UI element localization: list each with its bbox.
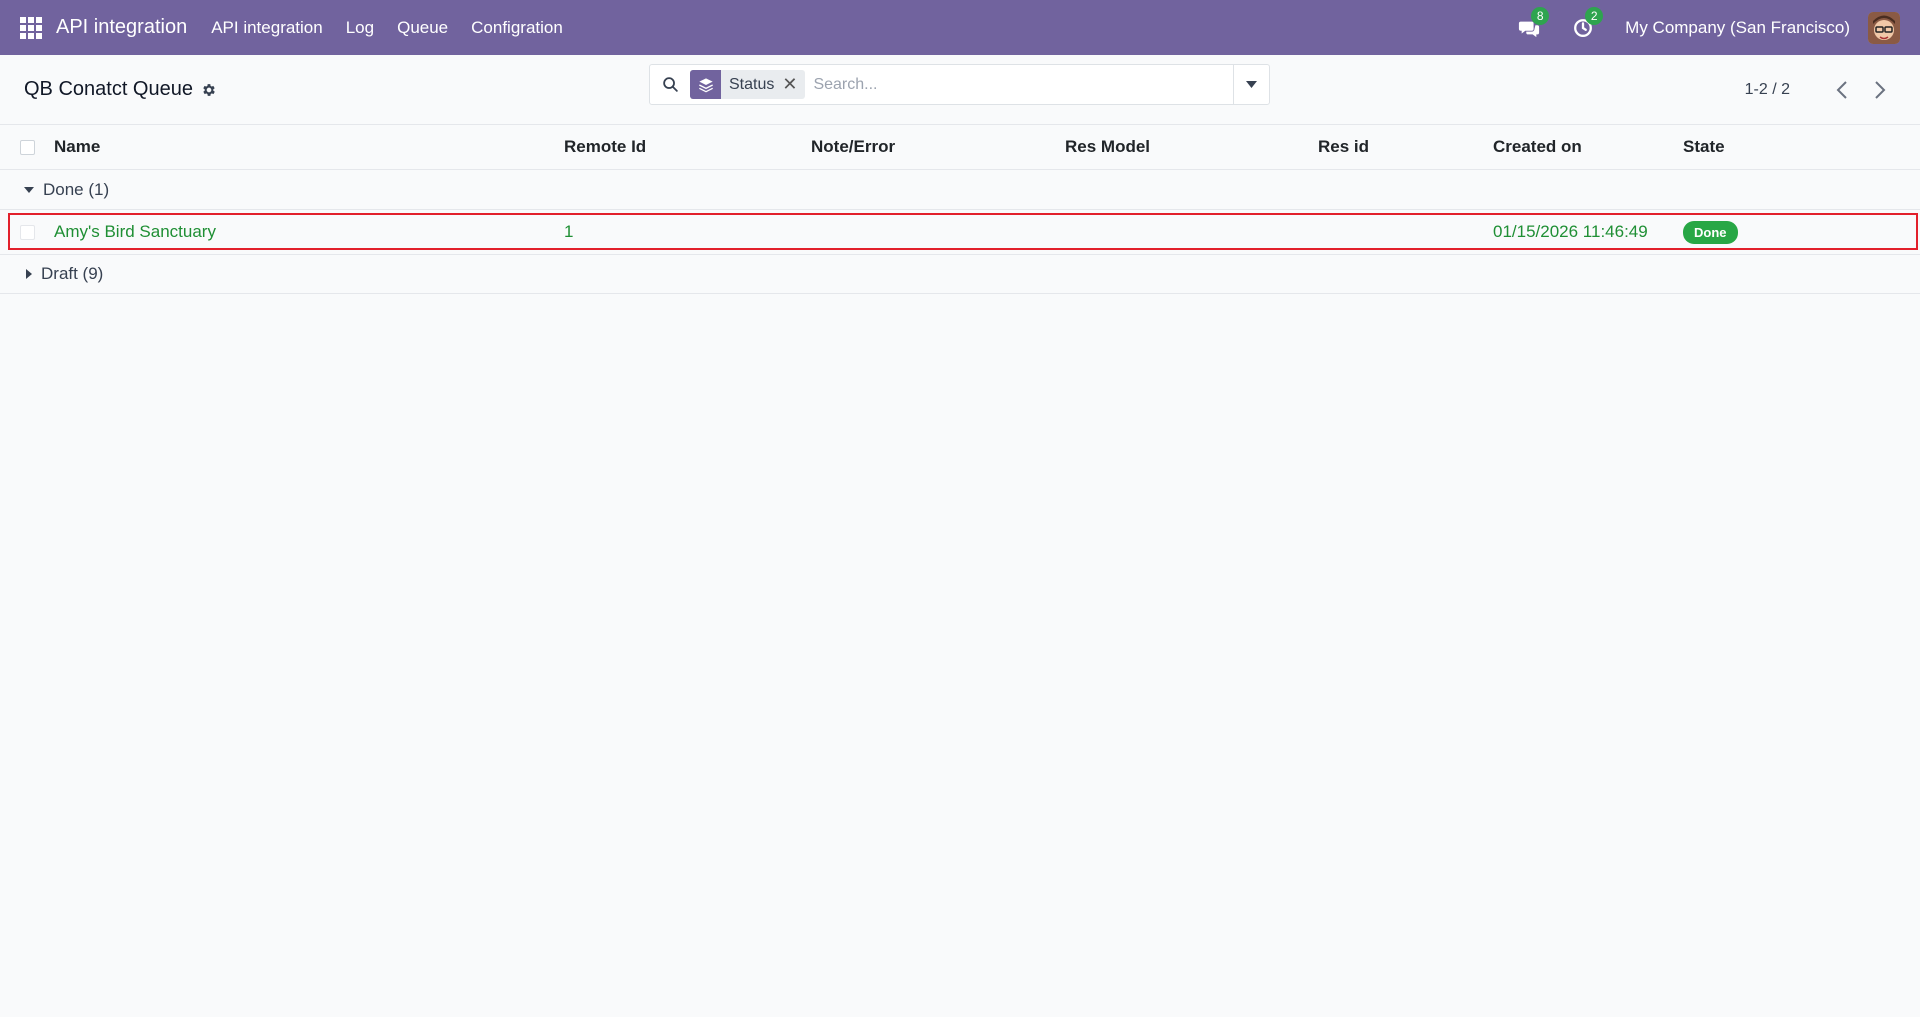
row-checkbox-cell bbox=[20, 210, 35, 254]
layers-icon bbox=[690, 70, 721, 99]
cell-state[interactable]: Done bbox=[1683, 210, 1738, 254]
column-header-remote-id[interactable]: Remote Id bbox=[564, 125, 646, 169]
caret-right-icon bbox=[26, 269, 32, 279]
select-all-checkbox[interactable] bbox=[20, 139, 35, 155]
menu-configration[interactable]: Configration bbox=[471, 18, 563, 38]
messages-badge: 8 bbox=[1531, 6, 1550, 25]
facet-label: Status bbox=[729, 75, 775, 93]
column-header-state[interactable]: State bbox=[1683, 125, 1725, 169]
chevron-left-icon bbox=[1836, 81, 1847, 99]
menu-api-integration[interactable]: API integration bbox=[211, 18, 323, 38]
breadcrumb: QB Conatct Queue bbox=[24, 78, 217, 101]
group-row-done[interactable]: Done (1) bbox=[0, 170, 1920, 210]
caret-down-icon bbox=[24, 186, 34, 193]
facet-remove-icon[interactable]: ✕ bbox=[782, 74, 805, 95]
activities-button[interactable]: 2 bbox=[1571, 6, 1604, 40]
apps-grid-icon[interactable] bbox=[20, 16, 42, 39]
app-brand[interactable]: API integration bbox=[56, 16, 187, 39]
cell-name[interactable]: Amy's Bird Sanctuary bbox=[54, 210, 216, 254]
group-row-draft[interactable]: Draft (9) bbox=[0, 254, 1920, 294]
avatar-face-icon bbox=[1868, 11, 1900, 44]
search-icon[interactable] bbox=[650, 76, 690, 93]
navbar-systray: 8 2 My Company (San Francisco) bbox=[1517, 6, 1900, 44]
group-label: Draft (9) bbox=[41, 264, 104, 283]
pager: 1-2 / 2 bbox=[1745, 55, 1890, 125]
cell-remote-id[interactable]: 1 bbox=[564, 210, 573, 254]
pager-previous-button[interactable] bbox=[1832, 80, 1852, 100]
search-input[interactable] bbox=[813, 75, 1233, 94]
gear-icon[interactable] bbox=[201, 82, 217, 98]
caret-down-icon bbox=[1246, 81, 1257, 88]
menu-log[interactable]: Log bbox=[346, 18, 374, 38]
activities-badge: 2 bbox=[1585, 6, 1604, 25]
page-title: QB Conatct Queue bbox=[24, 78, 193, 100]
menu-queue[interactable]: Queue bbox=[397, 18, 448, 38]
group-label: Done (1) bbox=[43, 179, 110, 199]
main-menu: API integration Log Queue Configration bbox=[211, 18, 586, 38]
control-panel: QB Conatct Queue Status ✕ 1-2 / 2 bbox=[0, 55, 1920, 125]
select-all-checkbox-cell bbox=[20, 125, 35, 169]
status-badge: Done bbox=[1683, 220, 1738, 244]
user-avatar[interactable] bbox=[1868, 11, 1900, 44]
pager-next-button[interactable] bbox=[1870, 80, 1890, 100]
search-bar: Status ✕ bbox=[649, 64, 1270, 105]
table-row[interactable]: Amy's Bird Sanctuary 1 01/15/2026 11:46:… bbox=[0, 210, 1920, 254]
chevron-right-icon bbox=[1875, 81, 1886, 99]
top-navbar: API integration API integration Log Queu… bbox=[0, 0, 1920, 55]
search-options-toggle[interactable] bbox=[1233, 65, 1269, 104]
column-header-created-on[interactable]: Created on bbox=[1493, 125, 1582, 169]
column-header-note-error[interactable]: Note/Error bbox=[811, 125, 895, 169]
company-switcher[interactable]: My Company (San Francisco) bbox=[1625, 18, 1850, 38]
column-header-res-model[interactable]: Res Model bbox=[1065, 125, 1150, 169]
row-checkbox[interactable] bbox=[20, 224, 35, 240]
table-header: Name Remote Id Note/Error Res Model Res … bbox=[0, 125, 1920, 170]
cell-created-on[interactable]: 01/15/2026 11:46:49 bbox=[1493, 210, 1648, 254]
list-view: Name Remote Id Note/Error Res Model Res … bbox=[0, 125, 1920, 294]
column-header-res-id[interactable]: Res id bbox=[1318, 125, 1369, 169]
messages-button[interactable]: 8 bbox=[1517, 6, 1550, 40]
search-facet-status: Status ✕ bbox=[690, 70, 806, 99]
column-header-name[interactable]: Name bbox=[54, 125, 100, 169]
pager-value[interactable]: 1-2 / 2 bbox=[1745, 81, 1790, 99]
